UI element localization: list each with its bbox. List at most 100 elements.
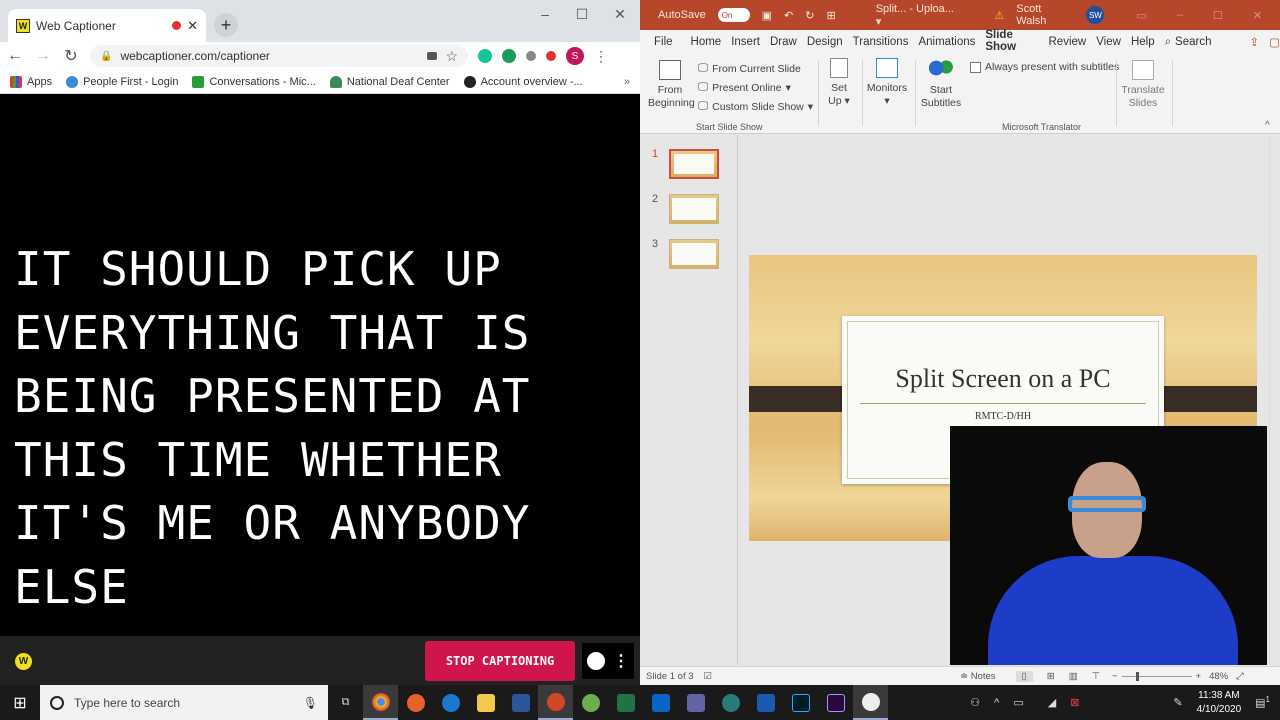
taskbar-slack-icon[interactable] bbox=[853, 685, 888, 720]
web-captioner-logo[interactable]: W bbox=[15, 653, 32, 670]
slideshow-view-icon[interactable]: ⊤ bbox=[1092, 671, 1100, 682]
from-current-slide-button[interactable]: 🖵 From Current Slide bbox=[698, 62, 801, 75]
monitors-button[interactable]: Monitors ▾ bbox=[866, 58, 908, 108]
tab-web-captioner[interactable]: W Web Captioner ✕ bbox=[8, 9, 206, 42]
grammarly-extension-icon[interactable] bbox=[478, 49, 492, 63]
taskbar-photoshop-icon[interactable] bbox=[783, 685, 818, 720]
zoom-slider[interactable] bbox=[1121, 671, 1192, 681]
share-icon[interactable]: ⇪ bbox=[1249, 35, 1259, 49]
close-window-button[interactable]: ✕ bbox=[605, 4, 635, 24]
taskbar-mixer-icon[interactable] bbox=[748, 685, 783, 720]
redo-icon[interactable]: ↻ bbox=[805, 9, 814, 22]
ppt-maximize-button[interactable]: ☐ bbox=[1213, 9, 1223, 22]
notes-button[interactable]: ≐ Notes bbox=[960, 671, 995, 682]
maximize-button[interactable]: ☐ bbox=[567, 4, 597, 24]
zoom-level[interactable]: 48% bbox=[1209, 671, 1228, 682]
tab-file[interactable]: File bbox=[654, 36, 673, 48]
more-options-icon[interactable]: ⋮ bbox=[613, 651, 629, 671]
normal-view-icon[interactable]: ▯ bbox=[1015, 670, 1033, 682]
taskbar-search-box[interactable]: Type here to search 🎙 bbox=[40, 685, 328, 720]
bookmark-national-deaf-center[interactable]: National Deaf Center bbox=[329, 75, 450, 88]
taskbar-app-icon[interactable] bbox=[573, 685, 608, 720]
collapse-ribbon-icon[interactable]: ^ bbox=[1265, 120, 1270, 131]
taskbar-word-icon[interactable] bbox=[503, 685, 538, 720]
checkbox[interactable] bbox=[970, 61, 981, 73]
set-up-button[interactable]: Set Up ▾ bbox=[826, 58, 852, 108]
bookmark-account-overview[interactable]: Account overview -... bbox=[463, 75, 583, 88]
present-online-button[interactable]: 🖵 Present Online ▾ bbox=[698, 81, 791, 94]
tab-view[interactable]: View bbox=[1096, 36, 1121, 48]
undo-icon[interactable]: ↶ bbox=[784, 9, 793, 22]
user-avatar[interactable]: SW bbox=[1086, 6, 1105, 24]
profile-avatar[interactable]: S bbox=[566, 47, 584, 65]
slide-title[interactable]: Split Screen on a PC bbox=[846, 364, 1160, 394]
bookmark-star-icon[interactable]: ☆ bbox=[445, 48, 458, 65]
taskbar-teams-icon[interactable] bbox=[678, 685, 713, 720]
slide-thumbnail-2[interactable] bbox=[669, 194, 719, 224]
menu-kebab-icon[interactable]: ⋮ bbox=[594, 48, 608, 65]
taskbar-app-icon[interactable] bbox=[713, 685, 748, 720]
people-icon[interactable]: ⚇ bbox=[970, 696, 980, 709]
bookmark-conversations[interactable]: Conversations - Mic... bbox=[192, 75, 316, 88]
taskbar-edge-icon[interactable] bbox=[433, 685, 468, 720]
close-tab-icon[interactable]: ✕ bbox=[187, 18, 198, 34]
reload-icon[interactable]: ↻ bbox=[62, 46, 80, 66]
account-icon[interactable] bbox=[587, 652, 605, 670]
microphone-icon[interactable]: 🎙 bbox=[303, 696, 318, 710]
translate-slides-button[interactable]: Translate Slides bbox=[1120, 60, 1166, 110]
tab-help[interactable]: Help bbox=[1131, 36, 1155, 48]
reading-view-icon[interactable]: ▥ bbox=[1069, 671, 1078, 682]
pen-icon[interactable]: ✎ bbox=[1173, 696, 1182, 709]
extension-icon[interactable] bbox=[502, 49, 516, 63]
address-bar[interactable]: 🔒 webcaptioner.com/captioner ☆ bbox=[90, 45, 468, 67]
accessibility-icon[interactable]: ☑ bbox=[704, 671, 713, 682]
forward-icon[interactable]: → bbox=[34, 47, 52, 65]
fit-slide-icon[interactable]: ⤢ bbox=[1236, 671, 1244, 682]
tab-draw[interactable]: Draw bbox=[770, 36, 797, 48]
extension-icon[interactable] bbox=[526, 51, 536, 61]
tab-transitions[interactable]: Transitions bbox=[853, 36, 909, 48]
action-center-icon[interactable]: ▤1 bbox=[1255, 695, 1270, 710]
ribbon-display-icon[interactable]: ▭ bbox=[1136, 9, 1146, 22]
taskbar-premiere-icon[interactable] bbox=[818, 685, 853, 720]
wifi-icon[interactable]: ◢ bbox=[1048, 696, 1056, 709]
present-icon[interactable]: ⊞ bbox=[826, 9, 835, 22]
autosave-toggle[interactable]: On bbox=[717, 8, 750, 22]
tab-insert[interactable]: Insert bbox=[731, 36, 760, 48]
camera-icon[interactable] bbox=[427, 52, 438, 60]
taskbar-file-explorer-icon[interactable] bbox=[468, 685, 503, 720]
tab-animations[interactable]: Animations bbox=[918, 36, 975, 48]
taskbar-chrome-icon[interactable] bbox=[363, 685, 398, 720]
custom-slide-show-button[interactable]: 🖵 Custom Slide Show ▾ bbox=[698, 100, 813, 113]
zoom-out-icon[interactable]: − bbox=[1112, 671, 1118, 682]
tab-home[interactable]: Home bbox=[691, 36, 722, 48]
volume-muted-icon[interactable]: ⊠ bbox=[1070, 696, 1079, 709]
taskbar-excel-icon[interactable] bbox=[608, 685, 643, 720]
from-beginning-button[interactable]: From Beginning bbox=[648, 60, 695, 110]
ppt-close-button[interactable]: ✕ bbox=[1253, 9, 1262, 22]
new-tab-button[interactable]: + bbox=[214, 13, 238, 37]
slide-thumbnail-1[interactable] bbox=[669, 149, 719, 179]
zoom-in-icon[interactable]: + bbox=[1196, 671, 1202, 682]
slide-subtitle[interactable]: RMTC-D/HH bbox=[846, 411, 1160, 422]
stop-captioning-button[interactable]: STOP CAPTIONING bbox=[425, 641, 575, 681]
always-present-subtitles-checkbox[interactable]: Always present with subtitles bbox=[970, 61, 1119, 73]
save-icon[interactable]: ▣ bbox=[762, 9, 772, 22]
slide-thumbnail-3[interactable] bbox=[669, 239, 719, 269]
tab-design[interactable]: Design bbox=[807, 36, 843, 48]
start-subtitles-button[interactable]: Start Subtitles bbox=[920, 60, 962, 110]
bookmark-apps[interactable]: Apps bbox=[10, 75, 52, 88]
taskbar-powerpoint-icon[interactable] bbox=[538, 685, 573, 720]
bookmarks-overflow-icon[interactable]: » bbox=[624, 76, 630, 88]
windows-start-icon[interactable]: ⊞ bbox=[0, 693, 40, 713]
tab-review[interactable]: Review bbox=[1049, 36, 1087, 48]
battery-icon[interactable]: ▭ bbox=[1013, 696, 1023, 709]
ppt-minimize-button[interactable]: – bbox=[1177, 9, 1183, 21]
minimize-button[interactable]: – bbox=[530, 4, 560, 24]
doc-title[interactable]: Split... - Uploa... ▾ bbox=[876, 3, 963, 28]
tab-search[interactable]: Search bbox=[1175, 36, 1211, 48]
taskbar-outlook-icon[interactable] bbox=[643, 685, 678, 720]
show-hidden-icons[interactable]: ^ bbox=[994, 697, 999, 709]
taskbar-firefox-icon[interactable] bbox=[398, 685, 433, 720]
tab-slide-show[interactable]: Slide Show bbox=[985, 29, 1039, 56]
